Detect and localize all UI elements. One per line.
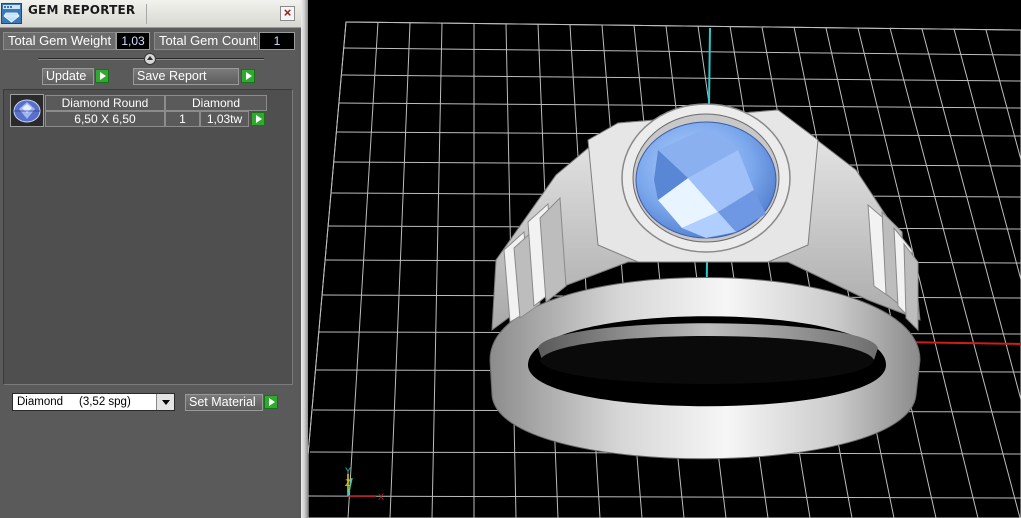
title-separator (146, 4, 147, 24)
round-gem-thumbnail-icon[interactable] (10, 94, 44, 127)
gem-row-play-icon[interactable] (251, 112, 265, 126)
slider-thumb[interactable] (144, 53, 156, 65)
material-select[interactable]: Diamond (3,52 spg) (12, 393, 175, 411)
close-button[interactable]: × (280, 6, 295, 21)
set-material-play-icon[interactable] (264, 395, 278, 409)
panel-divider[interactable] (301, 0, 308, 518)
save-report-play-icon[interactable] (241, 69, 255, 83)
axis-label-z: Z (345, 478, 351, 488)
gem-size: 6,50 X 6,50 (45, 111, 165, 127)
gem-count: 1 (165, 111, 200, 127)
gem-shape-name: Diamond Round (45, 95, 165, 111)
total-gem-count-value: 1 (259, 32, 295, 50)
total-gem-count-label: Total Gem Count (154, 32, 258, 50)
axis-label-y: Y (345, 466, 351, 476)
chevron-down-icon[interactable] (156, 394, 174, 410)
gem-weight: 1,03tw (200, 111, 249, 127)
total-gem-weight-label: Total Gem Weight (3, 32, 116, 50)
total-gem-weight-value: 1,03 (116, 32, 150, 50)
3d-viewport[interactable]: X Y Z (308, 0, 1021, 518)
gem-reporter-app-icon (1, 3, 22, 24)
set-material-button[interactable]: Set Material (185, 394, 263, 411)
save-report-button[interactable]: Save Report (133, 68, 239, 85)
window-title: GEM REPORTER (28, 3, 136, 17)
gem-material-name: Diamond (165, 95, 267, 111)
axis-label-x: X (378, 492, 384, 502)
update-button[interactable]: Update (42, 68, 94, 85)
gem-reporter-panel: GEM REPORTER × Total Gem Weight 1,03 Tot… (0, 0, 301, 518)
update-play-icon[interactable] (95, 69, 109, 83)
gem-list (3, 89, 293, 385)
axis-gizmo-icon: X Y Z (345, 466, 384, 502)
title-bar[interactable]: GEM REPORTER × (0, 0, 301, 28)
